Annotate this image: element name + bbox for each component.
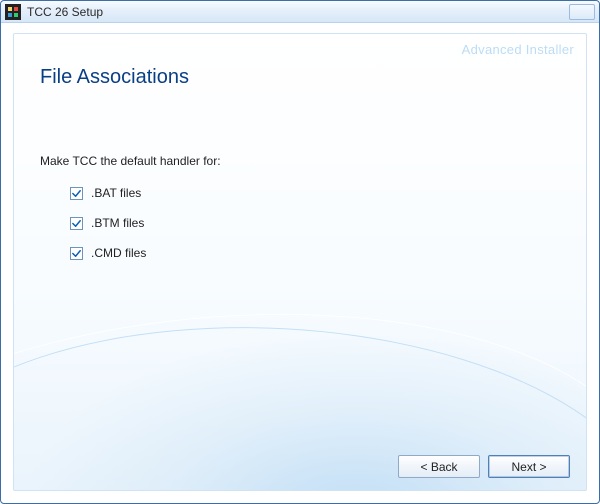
checkbox-btm-files[interactable]: .BTM files [70, 216, 146, 230]
checkmark-icon [71, 188, 82, 199]
checkmark-icon [71, 218, 82, 229]
checkbox-label: .BTM files [91, 216, 144, 230]
app-icon [5, 4, 21, 20]
checkbox-box [70, 247, 83, 260]
checkbox-label: .BAT files [91, 186, 141, 200]
next-button[interactable]: Next > [488, 455, 570, 478]
wizard-buttons: < Back Next > [398, 455, 570, 478]
checkmark-icon [71, 248, 82, 259]
checkbox-box [70, 217, 83, 230]
close-button[interactable] [569, 4, 595, 20]
checkbox-label: .CMD files [91, 246, 146, 260]
brand-label: Advanced Installer [462, 42, 574, 57]
checkbox-bat-files[interactable]: .BAT files [70, 186, 146, 200]
back-button[interactable]: < Back [398, 455, 480, 478]
window-title: TCC 26 Setup [27, 5, 103, 19]
installer-window: TCC 26 Setup Advanced Installer File Ass… [0, 0, 600, 504]
page-title: File Associations [40, 66, 189, 89]
file-association-prompt: Make TCC the default handler for: [40, 154, 221, 168]
wizard-panel: Advanced Installer File Associations Mak… [13, 33, 587, 491]
checkbox-box [70, 187, 83, 200]
content-frame: Advanced Installer File Associations Mak… [1, 23, 599, 503]
file-association-options: .BAT files .BTM files .CMD files [70, 186, 146, 260]
titlebar: TCC 26 Setup [1, 1, 599, 23]
checkbox-cmd-files[interactable]: .CMD files [70, 246, 146, 260]
